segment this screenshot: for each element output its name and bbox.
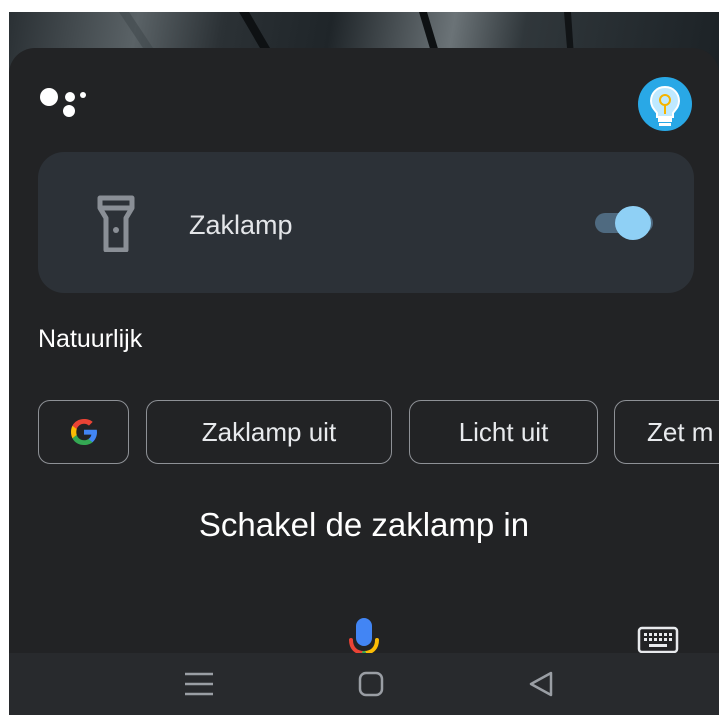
flashlight-icon [96,194,136,253]
menu-button[interactable] [181,667,217,701]
lightbulb-avatar-icon [649,85,681,126]
keyboard-icon [637,626,679,654]
flashlight-toggle[interactable] [591,206,657,240]
response-label: Natuurlijk [38,325,143,353]
home-icon [358,671,384,697]
google-assistant-icon [39,84,87,118]
back-icon [529,671,553,697]
phone-screen: Zaklamp Natuurlijk Zaklamp uit Licht uit… [9,12,719,715]
suggestion-chip-licht-uit[interactable]: Licht uit [409,400,598,464]
suggestion-chip-zet-m[interactable]: Zet m [614,400,719,464]
menu-icon [185,672,213,696]
account-avatar[interactable] [638,77,692,131]
assistant-sheet: Zaklamp Natuurlijk Zaklamp uit Licht uit… [9,48,719,664]
home-button[interactable] [353,667,389,701]
flashlight-card[interactable]: Zaklamp [38,152,694,293]
google-g-icon [70,419,97,445]
navigation-bar [9,653,719,715]
suggestion-chip-zaklamp-uit[interactable]: Zaklamp uit [146,400,392,464]
voice-transcript: Schakel de zaklamp in [198,506,530,543]
google-search-chip[interactable] [38,400,129,464]
keyboard-button[interactable] [637,626,679,654]
toggle-thumb [615,206,651,240]
back-button[interactable] [523,667,559,701]
flashlight-label: Zaklamp [189,210,293,240]
